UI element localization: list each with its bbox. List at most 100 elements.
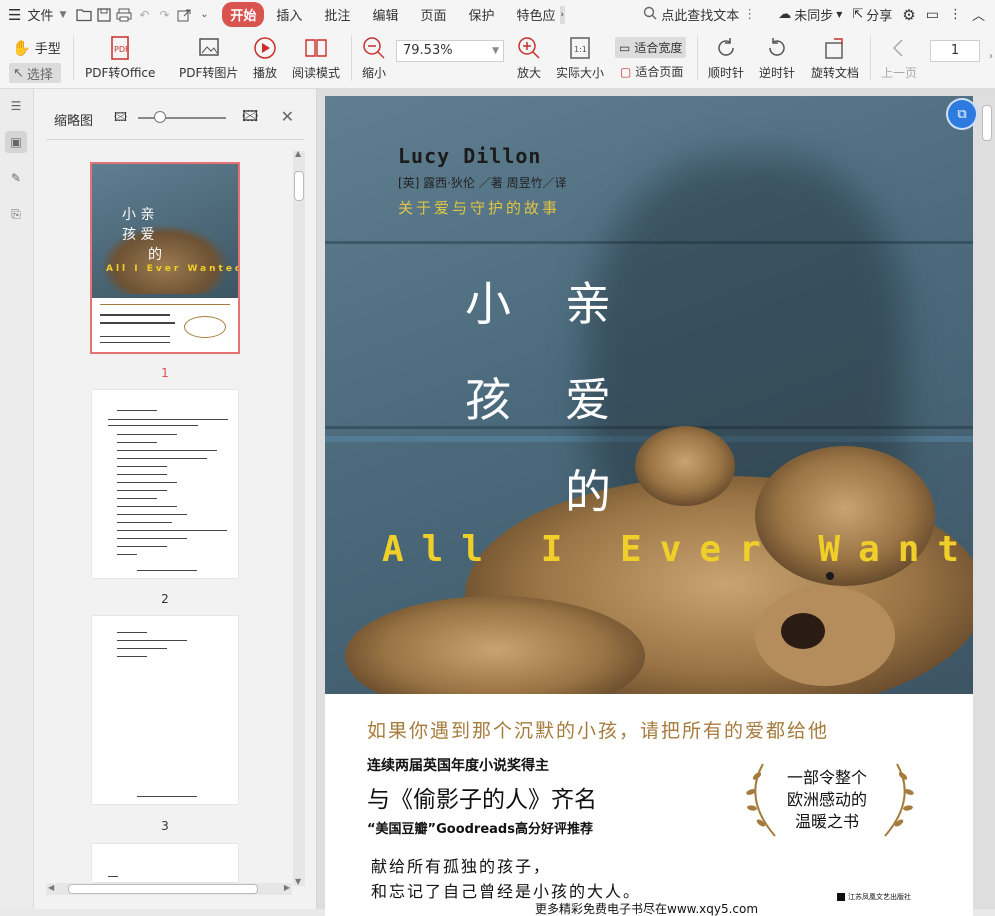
zoom-level-select[interactable]: 79.53% ▼ xyxy=(396,40,504,62)
find-text[interactable]: 点此查找文本 ⋮ xyxy=(643,5,756,24)
page-thumbnail-3[interactable] xyxy=(92,616,238,804)
thumbnail-size-slider[interactable] xyxy=(138,117,226,119)
menu-bar: ☰ 文件 ▼ ↶ ↷ ⌄ 开始 插入 批注 编辑 页面 保护 特色应 › 点此查… xyxy=(0,0,995,30)
thumbnail-text-line xyxy=(100,304,230,305)
export-icon[interactable] xyxy=(174,5,194,25)
bookmark-panel-icon[interactable]: ☰ xyxy=(5,95,27,117)
settings-icon[interactable]: ⚙ xyxy=(902,6,915,24)
rotate-document-icon xyxy=(825,38,843,59)
sync-status[interactable]: ☁ 未同步 ▼ xyxy=(778,5,842,24)
ribbon-tabs: 开始 插入 批注 编辑 页面 保护 特色应 › xyxy=(222,2,566,27)
thumbnail-panel-icon[interactable]: ▣ xyxy=(5,131,27,153)
tab-features[interactable]: 特色应 xyxy=(506,2,557,27)
chevron-down-icon: ▼ xyxy=(59,9,67,20)
scroll-left-icon[interactable]: ◀ xyxy=(48,883,54,892)
close-icon[interactable]: ✕ xyxy=(281,107,294,126)
rotate-document-button[interactable]: 旋转文档 xyxy=(811,35,859,81)
thumbnail-horizontal-scrollbar[interactable]: ◀ ▶ xyxy=(46,883,292,895)
cover-hook-line: 如果你遇到那个沉默的小孩，请把所有的爱都给他 xyxy=(367,720,830,742)
pdf-to-office-button[interactable]: PDF PDF转Office xyxy=(85,35,155,81)
tab-insert[interactable]: 插入 xyxy=(266,2,312,27)
fit-width-button[interactable]: ▭ 适合宽度 xyxy=(615,37,687,58)
thumbnail-text-line xyxy=(117,522,172,523)
thumbnail-title-en: All I Ever Wanted xyxy=(106,264,238,274)
redo-icon[interactable]: ↷ xyxy=(154,5,174,25)
tabs-scroll-right-icon[interactable]: › xyxy=(559,5,566,24)
open-folder-icon[interactable] xyxy=(74,5,94,25)
thumbnail-text-line xyxy=(117,498,157,499)
more-icon[interactable]: ⋮ xyxy=(949,7,962,22)
thumbnail-text-line xyxy=(100,314,170,316)
thumbnail-title-text: 小 亲 xyxy=(122,207,155,223)
page-number-input[interactable]: 1 xyxy=(930,40,980,62)
dedication-line-1: 献给所有孤独的孩子， xyxy=(371,857,552,876)
rotate-document-label: 旋转文档 xyxy=(811,66,860,80)
scrollbar-thumb[interactable] xyxy=(982,105,992,141)
fit-page-icon: ▢ xyxy=(620,64,632,79)
chevron-left-icon xyxy=(892,39,903,57)
scroll-down-icon[interactable]: ▼ xyxy=(295,877,301,886)
toolbar-divider xyxy=(870,35,871,81)
hand-tool-button[interactable]: ✋ 手型 xyxy=(12,38,61,58)
zoom-out-icon xyxy=(363,37,385,59)
book-icon xyxy=(305,39,327,57)
page-thumbnail-4[interactable] xyxy=(92,844,238,882)
rotate-clockwise-label: 顺时针 xyxy=(708,66,745,80)
slider-handle[interactable] xyxy=(154,111,166,123)
print-icon[interactable] xyxy=(114,5,134,25)
title-char: 爱 xyxy=(565,373,611,427)
large-thumbnail-icon[interactable]: 🖾 xyxy=(242,106,258,131)
save-icon[interactable] xyxy=(94,5,114,25)
thumbnail-text-line xyxy=(117,474,167,475)
convert-icon: ⧉ xyxy=(957,106,967,122)
chevron-down-icon: ▼ xyxy=(492,46,499,56)
actual-size-button[interactable]: 1:1 实际大小 xyxy=(556,35,604,81)
laurel-line: 一部令整个 xyxy=(786,768,867,787)
small-thumbnail-icon[interactable]: 🖾 xyxy=(114,108,127,129)
tab-home[interactable]: 开始 xyxy=(222,2,265,27)
tab-annotate[interactable]: 批注 xyxy=(314,2,360,27)
page-thumbnail-1[interactable]: 小 亲 孩 爱 的 All I Ever Wanted xyxy=(90,162,240,354)
select-tool-button[interactable]: ↖ 选择 xyxy=(9,63,61,83)
floating-tool-button[interactable]: ⧉ xyxy=(948,100,976,128)
file-menu[interactable]: ☰ 文件 ▼ xyxy=(0,0,74,29)
pdf-to-image-button[interactable]: PDF转图片 xyxy=(179,35,238,81)
tab-edit[interactable]: 编辑 xyxy=(362,2,408,27)
undo-icon[interactable]: ↶ xyxy=(134,5,154,25)
thumbnail-text-line xyxy=(117,514,187,515)
zoom-out-button[interactable]: 缩小 xyxy=(361,35,387,81)
thumbnail-text-line xyxy=(100,322,175,324)
more-icon: ⋮ xyxy=(743,7,757,22)
attachment-panel-icon[interactable]: ⎘ xyxy=(5,203,27,225)
thumbnail-scrollbar[interactable]: ▲ ▼ xyxy=(293,149,305,886)
rotate-clockwise-button[interactable]: 顺时针 xyxy=(708,35,744,81)
collapse-ribbon-icon[interactable]: ︿ xyxy=(972,5,985,24)
read-mode-button[interactable]: 阅读模式 xyxy=(292,35,340,81)
fit-page-button[interactable]: ▢ 适合页面 xyxy=(620,63,683,80)
title-char: 的 xyxy=(565,465,611,519)
zoom-in-button[interactable]: 放大 xyxy=(516,35,542,81)
rotate-counterclockwise-label: 逆时针 xyxy=(759,66,796,80)
page-thumbnail-2[interactable] xyxy=(92,390,238,578)
rotate-counterclockwise-button[interactable]: 逆时针 xyxy=(759,35,795,81)
thumbnail-text-line xyxy=(117,490,167,491)
scrollbar-thumb[interactable] xyxy=(294,171,304,201)
scrollbar-thumb[interactable] xyxy=(68,884,258,894)
customize-dropdown-icon[interactable]: ⌄ xyxy=(194,5,214,25)
document-scrollbar[interactable] xyxy=(981,95,993,905)
hamburger-icon: ☰ xyxy=(8,5,22,24)
scroll-up-icon[interactable]: ▲ xyxy=(295,149,301,158)
thumbnail-text-line xyxy=(108,876,118,877)
share-button[interactable]: ⇱ 分享 xyxy=(852,5,892,24)
prev-page-button[interactable]: 上一页 xyxy=(881,35,917,81)
title-char: 亲 xyxy=(565,277,611,331)
actual-size-label: 实际大小 xyxy=(556,66,605,80)
tab-page[interactable]: 页面 xyxy=(410,2,456,27)
annotation-panel-icon[interactable]: ✎ xyxy=(5,167,27,189)
thumbnail-bear-image xyxy=(100,224,230,294)
feedback-icon[interactable]: ▭ xyxy=(926,7,939,23)
tab-protect[interactable]: 保护 xyxy=(458,2,504,27)
scroll-right-icon[interactable]: ▶ xyxy=(284,883,290,892)
toolbar-scroll-right-icon[interactable]: › xyxy=(989,51,993,62)
play-button[interactable]: 播放 xyxy=(252,35,278,81)
